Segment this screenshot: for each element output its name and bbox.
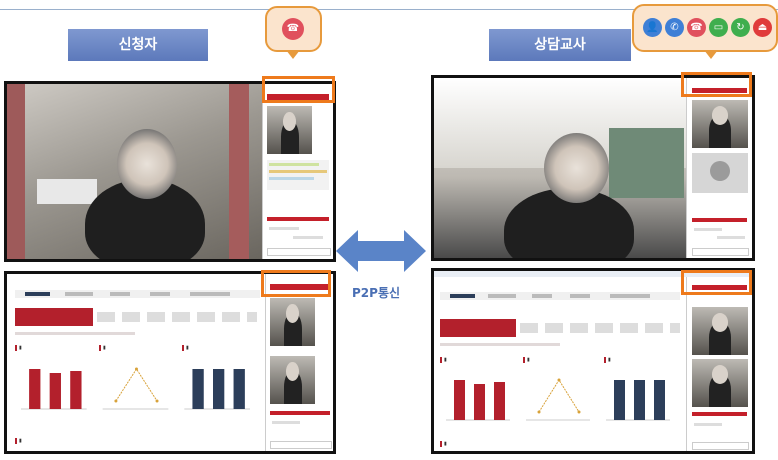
section-heading-1: ▮ [15, 345, 22, 351]
chart-bar [213, 369, 225, 409]
section-heading-4: ▮ [15, 438, 22, 444]
refresh-icon[interactable]: ↻ [731, 18, 750, 37]
section-heading-4: ▮ [440, 441, 447, 447]
counselor-control-highlight [681, 72, 752, 97]
applicant-callout-bubble: ☎ [265, 6, 322, 59]
remote-video-thumbnail [692, 307, 748, 355]
counselor-dashboard-window: ▮ ▮ ▮ ▮ [431, 268, 755, 454]
dashboard-tabs[interactable] [15, 290, 260, 298]
applicant-label: 신청자 [68, 29, 208, 61]
chat-input[interactable] [270, 441, 332, 449]
main-video-feed [7, 84, 262, 259]
chart-bar [474, 384, 485, 420]
department-title-box [440, 319, 516, 337]
chart-bar [49, 373, 61, 409]
remote-video-thumbnail [692, 100, 748, 148]
chart-bar [29, 369, 41, 409]
chat-header [692, 412, 747, 416]
dashboard-tabs[interactable] [440, 292, 680, 300]
chart-bar [192, 369, 204, 409]
dashboard-content: ▮ ▮ ▮ ▮ [7, 274, 265, 451]
chart-bar [494, 382, 505, 420]
p2p-label: P2P통신 [352, 286, 401, 300]
section-heading-3: ▮ [604, 357, 611, 363]
chart-line [115, 368, 158, 402]
phone-hangup-icon[interactable]: ☎ [282, 18, 304, 40]
dashboard-content: ▮ ▮ ▮ ▮ [434, 277, 686, 451]
chart-bar [454, 380, 465, 420]
exit-icon[interactable]: ⏏ [753, 18, 772, 37]
chat-header [270, 411, 330, 415]
applicant-control-highlight [262, 76, 335, 103]
self-video-placeholder [692, 153, 748, 193]
main-video-feed [434, 78, 686, 258]
section-heading-1: ▮ [440, 357, 447, 363]
dashboard-charts [446, 378, 670, 421]
user-icon[interactable]: 👤 [643, 18, 662, 37]
chart-line [538, 379, 580, 413]
dashboard-side-panel [265, 274, 333, 451]
chart-bar [654, 380, 665, 420]
section-heading-2: ▮ [523, 357, 530, 363]
counselor-callout-bubble: 👤 ✆ ☎ ▭ ↻ ⏏ [632, 4, 778, 59]
chat-header [692, 218, 747, 222]
applicant-dashboard-control-highlight [261, 270, 331, 297]
self-video-thumbnail [692, 359, 748, 407]
chart-bar [70, 371, 82, 409]
applicant-video-window [4, 81, 336, 262]
chart-bar [233, 369, 245, 409]
chat-input[interactable] [267, 248, 331, 256]
chat-header [267, 217, 329, 221]
dashboard-side-panel [686, 277, 752, 451]
department-title-box [15, 308, 93, 326]
remote-video-thumbnail [270, 356, 315, 404]
screen-share-icon[interactable]: ▭ [709, 18, 728, 37]
section-heading-2: ▮ [99, 345, 106, 351]
self-video-thumbnail [270, 298, 315, 346]
section-heading-3: ▮ [182, 345, 189, 351]
info-table [267, 160, 329, 190]
chat-input[interactable] [692, 248, 749, 256]
phone-icon[interactable]: ✆ [665, 18, 684, 37]
self-video-thumbnail [267, 106, 312, 154]
side-panel [686, 78, 752, 258]
counselor-label: 상담교사 [489, 29, 631, 61]
p2p-arrow [336, 230, 426, 272]
side-panel [262, 84, 333, 259]
counselor-dashboard-control-highlight [681, 270, 752, 295]
applicant-dashboard-window: ▮ ▮ ▮ ▮ [4, 271, 336, 454]
chart-bar [634, 380, 645, 420]
dashboard-charts [21, 367, 250, 410]
counselor-video-window [431, 75, 755, 261]
chat-input[interactable] [692, 442, 749, 450]
phone-hangup-icon[interactable]: ☎ [687, 18, 706, 37]
chart-bar [614, 380, 625, 420]
